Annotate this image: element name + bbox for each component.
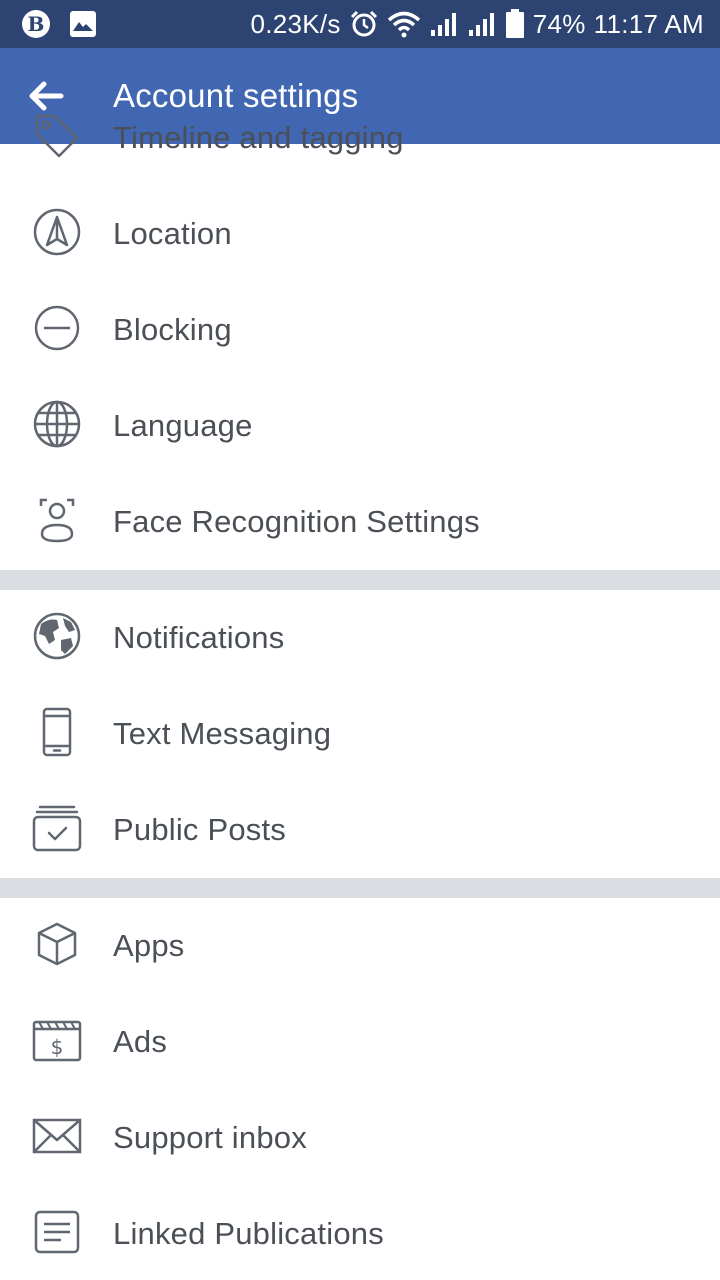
settings-item-label: Notifications [113, 620, 285, 655]
status-left-icons: B [22, 10, 96, 38]
signal-icon [429, 10, 459, 38]
settings-item-support-inbox[interactable]: Support inbox [0, 1090, 720, 1186]
location-arrow-icon [29, 204, 85, 260]
settings-item-label: Timeline and tagging [113, 120, 404, 155]
svg-text:$: $ [51, 1035, 64, 1059]
face-scan-icon [29, 492, 85, 548]
globe-icon [29, 396, 85, 452]
settings-item-label: Language [113, 408, 253, 443]
settings-item-face-recognition[interactable]: Face Recognition Settings [0, 474, 720, 570]
status-bar: B 0.23K/s 74% 11:17 AM [0, 0, 720, 48]
battery-percent: 74% [532, 8, 586, 39]
settings-item-label: Location [113, 216, 232, 251]
settings-item-label: Linked Publications [113, 1216, 384, 1251]
settings-item-label: Face Recognition Settings [113, 504, 480, 539]
settings-item-label: Public Posts [113, 812, 286, 847]
public-posts-icon [29, 800, 85, 856]
earth-icon [29, 608, 85, 664]
settings-item-label: Apps [113, 928, 185, 963]
status-right-cluster: 0.23K/s 74% 11:17 AM [250, 0, 704, 48]
publication-icon [29, 1204, 85, 1260]
image-icon [70, 11, 96, 37]
alarm-icon [349, 9, 379, 39]
settings-list: Timeline and tagging Location Blocking L… [0, 114, 720, 1280]
settings-item-timeline-and-tagging[interactable]: Timeline and tagging [0, 90, 720, 186]
envelope-icon [29, 1108, 85, 1164]
settings-item-label: Blocking [113, 312, 232, 347]
section-divider [0, 570, 720, 590]
settings-item-location[interactable]: Location [0, 186, 720, 282]
settings-item-linked-publications[interactable]: Linked Publications [0, 1186, 720, 1280]
settings-item-notifications[interactable]: Notifications [0, 590, 720, 686]
clock: 11:17 AM [593, 8, 704, 39]
wifi-icon [387, 10, 421, 38]
ads-dollar-icon: $ [29, 1012, 85, 1068]
settings-item-label: Support inbox [113, 1120, 307, 1155]
settings-item-label: Ads [113, 1024, 168, 1059]
settings-item-blocking[interactable]: Blocking [0, 282, 720, 378]
section-divider [0, 878, 720, 898]
phone-icon [29, 704, 85, 760]
block-icon [29, 300, 85, 356]
settings-item-label: Text Messaging [113, 716, 332, 751]
settings-item-apps[interactable]: Apps [0, 898, 720, 994]
network-speed: 0.23K/s [250, 8, 341, 39]
settings-item-public-posts[interactable]: Public Posts [0, 782, 720, 878]
signal-icon [467, 10, 497, 38]
settings-item-text-messaging[interactable]: Text Messaging [0, 686, 720, 782]
settings-item-ads[interactable]: $ Ads [0, 994, 720, 1090]
app-badge-icon: B [22, 10, 50, 38]
tag-icon [29, 108, 85, 164]
cube-icon [29, 916, 85, 972]
settings-item-language[interactable]: Language [0, 378, 720, 474]
battery-icon [505, 9, 525, 39]
